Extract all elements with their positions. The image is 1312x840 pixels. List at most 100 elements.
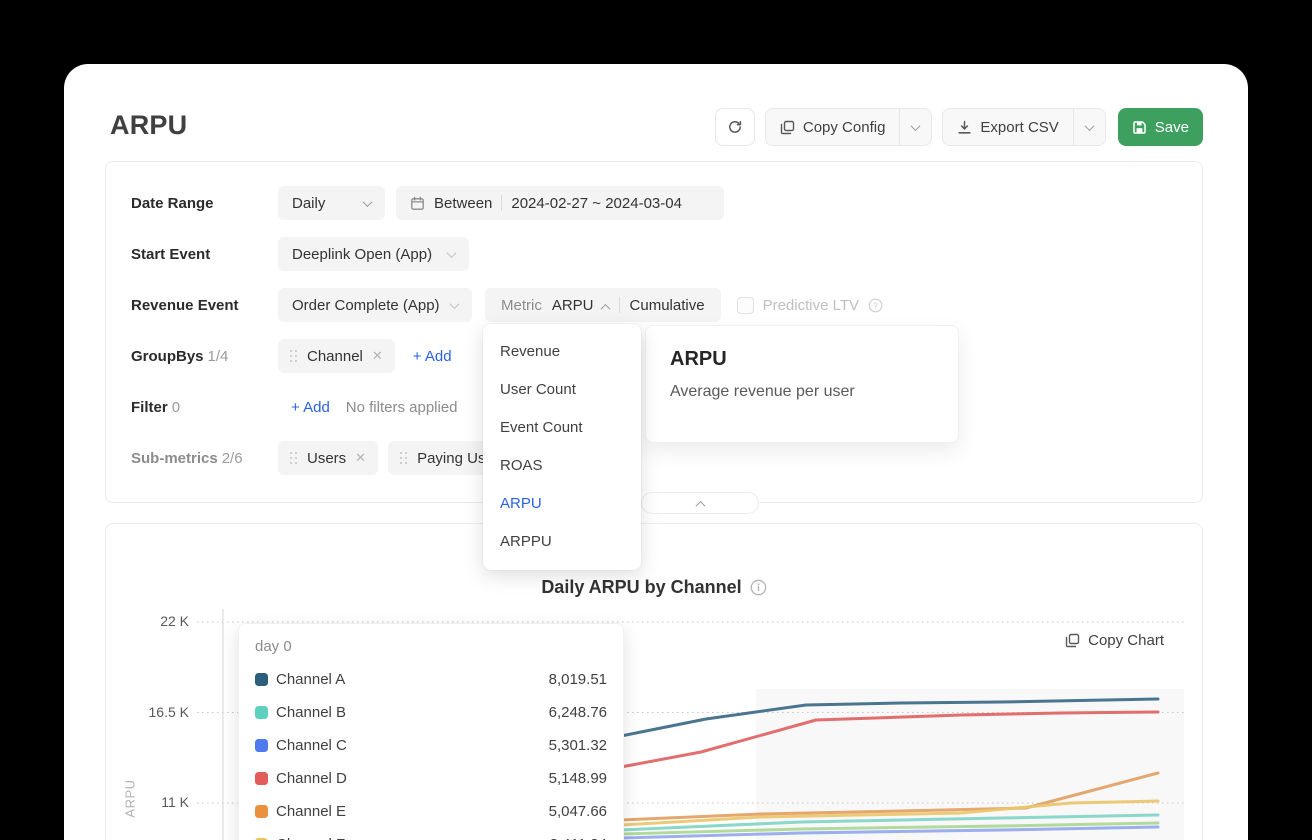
filter-count: 0 (172, 399, 180, 416)
predictive-ltv-checkbox[interactable] (737, 297, 754, 314)
no-filters-hint: No filters applied (346, 399, 458, 416)
revenue-event-label: Revenue Event (131, 297, 239, 314)
drag-handle-icon[interactable] (290, 350, 298, 362)
granularity-select[interactable]: Daily (278, 186, 385, 220)
series-value: 5,148.99 (549, 770, 607, 787)
add-filter-button[interactable]: + Add (291, 399, 330, 416)
export-csv-caret[interactable] (1073, 109, 1105, 145)
collapse-panel-button[interactable] (641, 492, 759, 514)
chevron-up-icon (695, 501, 705, 511)
submetric-chip-users[interactable]: Users ✕ (278, 441, 378, 475)
toolbar: Copy Config Export CSV Save (715, 108, 1203, 146)
tooltip-series-row: Channel F 3,411.34 (255, 833, 607, 840)
start-event-value: Deeplink Open (App) (292, 246, 432, 263)
series-name: Channel E (276, 803, 346, 820)
popover-title: ARPU (670, 348, 934, 371)
date-range-value: 2024-02-27 ~ 2024-03-04 (511, 195, 682, 212)
divider (501, 195, 502, 211)
refresh-button[interactable] (715, 108, 755, 146)
metric-option-user-count[interactable]: User Count (483, 370, 641, 408)
add-groupby-button[interactable]: + Add (413, 348, 452, 365)
metric-option-roas[interactable]: ROAS (483, 446, 641, 484)
series-swatch (255, 805, 268, 818)
predictive-ltv-option: Predictive LTV ? (737, 297, 883, 314)
export-csv-label: Export CSV (980, 119, 1058, 136)
series-name: Channel A (276, 671, 345, 688)
metric-cumulative-group: Metric ARPU Cumulative (485, 288, 721, 322)
revenue-event-value: Order Complete (App) (292, 297, 440, 314)
revenue-event-select[interactable]: Order Complete (App) (278, 288, 472, 322)
submetrics-label: Sub-metrics (131, 450, 218, 467)
drag-handle-icon[interactable] (400, 452, 408, 464)
filter-label: Filter (131, 399, 168, 416)
metric-info-popover: ARPU Average revenue per user (645, 325, 959, 443)
predictive-ltv-label: Predictive LTV (763, 297, 859, 314)
date-range-picker[interactable]: Between 2024-02-27 ~ 2024-03-04 (396, 186, 724, 220)
series-value: 8,019.51 (549, 671, 607, 688)
metric-select[interactable]: ARPU (552, 297, 609, 314)
chart-panel: Daily ARPU by Channel Copy Chart 22 K 16… (105, 523, 1203, 840)
metric-value: ARPU (552, 297, 594, 314)
date-range-label: Date Range (131, 195, 214, 212)
divider (619, 297, 620, 313)
copy-config-label: Copy Config (803, 119, 886, 136)
page-title: ARPU (110, 110, 187, 141)
metric-option-arpu[interactable]: ARPU (483, 484, 641, 522)
series-swatch (255, 772, 268, 785)
tooltip-series-row: Channel A 8,019.51 (255, 668, 607, 690)
groupby-chip-label: Channel (307, 348, 363, 365)
chevron-down-icon (911, 121, 921, 131)
start-event-row: Start Event Deeplink Open (App) (131, 237, 1202, 271)
series-name: Channel C (276, 737, 347, 754)
metric-option-event-count[interactable]: Event Count (483, 408, 641, 446)
series-name: Channel B (276, 704, 346, 721)
groupby-chip-channel[interactable]: Channel ✕ (278, 339, 395, 373)
groupbys-label: GroupBys (131, 348, 204, 365)
drag-handle-icon[interactable] (290, 452, 298, 464)
metric-dropdown: RevenueUser CountEvent CountROASARPUARPP… (483, 324, 641, 570)
copy-icon (780, 120, 795, 135)
revenue-event-row: Revenue Event Order Complete (App) Metri… (131, 288, 1202, 322)
metric-option-revenue[interactable]: Revenue (483, 332, 641, 370)
series-swatch (255, 739, 268, 752)
tooltip-series-row: Channel C 5,301.32 (255, 734, 607, 756)
calendar-icon (410, 196, 425, 211)
series-value: 6,248.76 (549, 704, 607, 721)
copy-config-split-button: Copy Config (765, 108, 933, 146)
granularity-value: Daily (292, 195, 325, 212)
series-swatch (255, 706, 268, 719)
export-csv-split-button: Export CSV (942, 108, 1105, 146)
series-value: 5,047.66 (549, 803, 607, 820)
start-event-select[interactable]: Deeplink Open (App) (278, 237, 469, 271)
popover-description: Average revenue per user (670, 383, 934, 401)
series-value: 3,411.34 (550, 836, 607, 840)
tooltip-series-row: Channel B 6,248.76 (255, 701, 607, 723)
cumulative-toggle[interactable]: Cumulative (630, 297, 705, 314)
remove-icon[interactable]: ✕ (372, 348, 383, 364)
download-icon (957, 120, 972, 135)
chevron-down-icon (1084, 121, 1094, 131)
svg-text:?: ? (873, 300, 878, 310)
series-value: 5,301.32 (549, 737, 607, 754)
chevron-up-icon (600, 304, 610, 314)
remove-icon[interactable]: ✕ (355, 450, 366, 466)
tooltip-x-label: day 0 (255, 638, 607, 660)
tooltip-series-row: Channel E 5,047.66 (255, 800, 607, 822)
groupbys-count: 1/4 (208, 348, 229, 365)
submetrics-row: Sub-metrics2/6 Users ✕ Paying Use (131, 441, 1202, 475)
copy-config-button[interactable]: Copy Config (766, 109, 900, 145)
date-range-row: Date Range Daily Between 2024-02-27 ~ 20… (131, 186, 1202, 220)
chevron-down-icon (363, 197, 373, 207)
export-csv-button[interactable]: Export CSV (943, 109, 1072, 145)
series-swatch (255, 673, 268, 686)
save-button[interactable]: Save (1118, 108, 1203, 146)
chevron-down-icon (447, 248, 457, 258)
series-name: Channel F (276, 836, 345, 840)
metric-option-arppu[interactable]: ARPPU (483, 522, 641, 560)
start-event-label: Start Event (131, 246, 210, 263)
date-mode-label: Between (434, 195, 492, 212)
submetric-chip-label: Users (307, 450, 346, 467)
chart-tooltip: day 0 Channel A 8,019.51 Channel B 6,248.76… (238, 623, 624, 840)
copy-config-caret[interactable] (899, 109, 931, 145)
save-label: Save (1155, 119, 1189, 136)
